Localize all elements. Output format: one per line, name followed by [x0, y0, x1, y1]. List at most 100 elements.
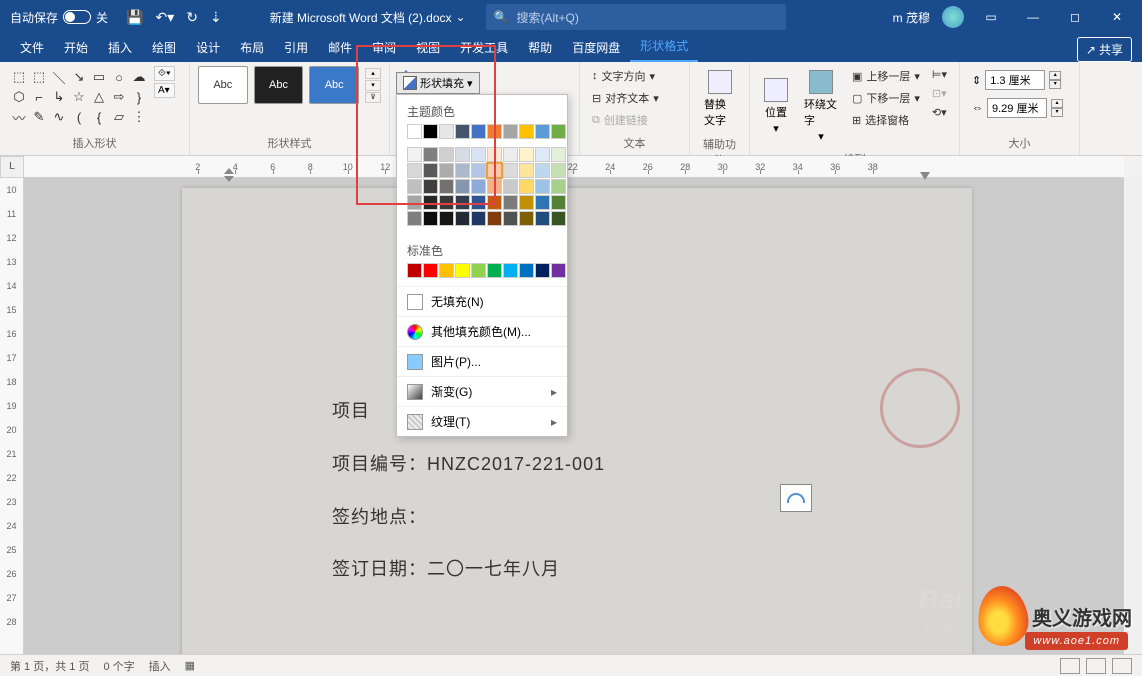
height-up-icon[interactable]: ▴	[1049, 71, 1061, 80]
picture-fill-item[interactable]: 图片(P)...	[397, 346, 567, 376]
shape-fill-button[interactable]: 形状填充 ▾	[396, 72, 480, 94]
align-button[interactable]: ⊨▾	[928, 66, 951, 83]
wrap-text-button[interactable]: 环绕文字▾	[798, 66, 844, 147]
color-swatch[interactable]	[455, 211, 470, 226]
shape-star-icon[interactable]: ☆	[70, 88, 88, 106]
color-swatch[interactable]	[423, 147, 438, 162]
color-swatch[interactable]	[535, 195, 550, 210]
width-up-icon[interactable]: ▴	[1051, 99, 1063, 108]
color-swatch[interactable]	[487, 211, 502, 226]
tab-draw[interactable]: 绘图	[142, 33, 186, 62]
no-fill-item[interactable]: 无填充(N)	[397, 286, 567, 316]
send-backward-button[interactable]: ▢ 下移一层 ▾	[848, 88, 924, 108]
gallery-more-icon[interactable]: ⊽	[365, 92, 381, 103]
color-swatch[interactable]	[423, 263, 438, 278]
color-swatch[interactable]	[503, 124, 518, 139]
gallery-up-icon[interactable]: ▴	[365, 68, 381, 79]
color-swatch[interactable]	[407, 147, 422, 162]
rotate-button[interactable]: ⟲▾	[928, 104, 951, 121]
color-swatch[interactable]	[487, 147, 502, 162]
width-down-icon[interactable]: ▾	[1051, 108, 1063, 117]
color-swatch[interactable]	[439, 147, 454, 162]
selection-pane-button[interactable]: ⊞ 选择窗格	[848, 110, 924, 130]
color-swatch[interactable]	[519, 195, 534, 210]
right-indent-marker[interactable]	[920, 172, 930, 180]
shape-arrow-icon[interactable]: ↘	[70, 68, 88, 86]
redo-icon[interactable]: ↻	[186, 9, 198, 26]
color-swatch[interactable]	[487, 195, 502, 210]
width-input[interactable]	[987, 98, 1047, 118]
shapes-gallery[interactable]: ⬚ ⬚ ＼ ↘ ▭ ○ ☁ ⬡ ⌐ ↳ ☆ △ ⇨ } 〰 ✎ ∿ ( { ▱	[8, 66, 150, 128]
color-swatch[interactable]	[471, 179, 486, 194]
tab-baidu[interactable]: 百度网盘	[562, 33, 630, 62]
texture-fill-item[interactable]: 纹理(T) ▸	[397, 406, 567, 436]
shape-textbox-icon[interactable]: ⬚	[10, 68, 28, 86]
tab-file[interactable]: 文件	[10, 33, 54, 62]
shape-elbow-icon[interactable]: ⌐	[30, 88, 48, 106]
qat-more-icon[interactable]: ⇣	[210, 9, 222, 26]
word-count[interactable]: 0 个字	[103, 658, 134, 674]
edit-shape-button[interactable]: ⟐▾	[154, 66, 175, 81]
toggle-switch[interactable]	[63, 10, 91, 24]
color-swatch[interactable]	[423, 179, 438, 194]
gradient-fill-item[interactable]: 渐变(G) ▸	[397, 376, 567, 406]
vertical-ruler[interactable]: 10111213141516171819202122232425262728	[0, 178, 24, 654]
color-swatch[interactable]	[535, 179, 550, 194]
color-swatch[interactable]	[439, 163, 454, 178]
read-view-icon[interactable]	[1060, 658, 1080, 674]
color-swatch[interactable]	[407, 163, 422, 178]
autosave-toggle[interactable]: 自动保存 关	[0, 9, 118, 26]
tab-shape-format[interactable]: 形状格式	[630, 31, 698, 62]
color-swatch[interactable]	[455, 179, 470, 194]
color-swatch[interactable]	[471, 124, 486, 139]
height-down-icon[interactable]: ▾	[1049, 80, 1061, 89]
color-swatch[interactable]	[551, 211, 566, 226]
color-swatch[interactable]	[519, 124, 534, 139]
color-swatch[interactable]	[439, 179, 454, 194]
shape-callout-icon[interactable]: ▱	[110, 108, 128, 126]
color-swatch[interactable]	[519, 163, 534, 178]
color-swatch[interactable]	[503, 263, 518, 278]
color-swatch[interactable]	[503, 211, 518, 226]
height-input[interactable]	[985, 70, 1045, 90]
layout-options-button[interactable]	[780, 484, 812, 512]
shape-paren-icon[interactable]: (	[70, 108, 88, 126]
color-swatch[interactable]	[439, 211, 454, 226]
ribbon-options-icon[interactable]: ▭	[976, 2, 1006, 32]
insert-mode[interactable]: 插入	[149, 658, 171, 674]
tab-dev[interactable]: 开发工具	[450, 33, 518, 62]
shape-textbox2-icon[interactable]: ⬚	[30, 68, 48, 86]
color-swatch[interactable]	[455, 147, 470, 162]
color-swatch[interactable]	[535, 211, 550, 226]
color-swatch[interactable]	[519, 179, 534, 194]
tab-review[interactable]: 审阅	[362, 33, 406, 62]
share-button[interactable]: ↗ 共享	[1077, 37, 1132, 62]
color-swatch[interactable]	[423, 211, 438, 226]
color-swatch[interactable]	[551, 147, 566, 162]
color-swatch[interactable]	[439, 195, 454, 210]
shape-rect-icon[interactable]: ▭	[90, 68, 108, 86]
shape-arrow2-icon[interactable]: ⇨	[110, 88, 128, 106]
shape-brace-icon[interactable]: }	[130, 88, 148, 106]
color-swatch[interactable]	[407, 195, 422, 210]
tab-mail[interactable]: 邮件	[318, 33, 362, 62]
bring-forward-button[interactable]: ▣ 上移一层 ▾	[848, 66, 924, 86]
color-swatch[interactable]	[487, 179, 502, 194]
shape-more-icon[interactable]: ⋮	[130, 108, 148, 126]
gallery-down-icon[interactable]: ▾	[365, 80, 381, 91]
color-swatch[interactable]	[487, 263, 502, 278]
document-title[interactable]: 新建 Microsoft Word 文档 (2).docx ⌄	[270, 9, 466, 26]
color-swatch[interactable]	[551, 195, 566, 210]
color-swatch[interactable]	[503, 147, 518, 162]
shape-hex-icon[interactable]: ⬡	[10, 88, 28, 106]
tab-design[interactable]: 设计	[186, 33, 230, 62]
color-swatch[interactable]	[503, 195, 518, 210]
color-swatch[interactable]	[471, 163, 486, 178]
document-area[interactable]: 项目 品 项目编号：HNZC2017-221-001 签约地点： 签订日期：二〇…	[24, 178, 1124, 654]
shape-connector-icon[interactable]: ↳	[50, 88, 68, 106]
color-swatch[interactable]	[471, 147, 486, 162]
undo-icon[interactable]: ↶▾	[155, 9, 174, 26]
tab-references[interactable]: 引用	[274, 33, 318, 62]
textbox-button[interactable]: A▾	[154, 83, 175, 98]
vertical-scrollbar[interactable]	[1126, 178, 1142, 654]
